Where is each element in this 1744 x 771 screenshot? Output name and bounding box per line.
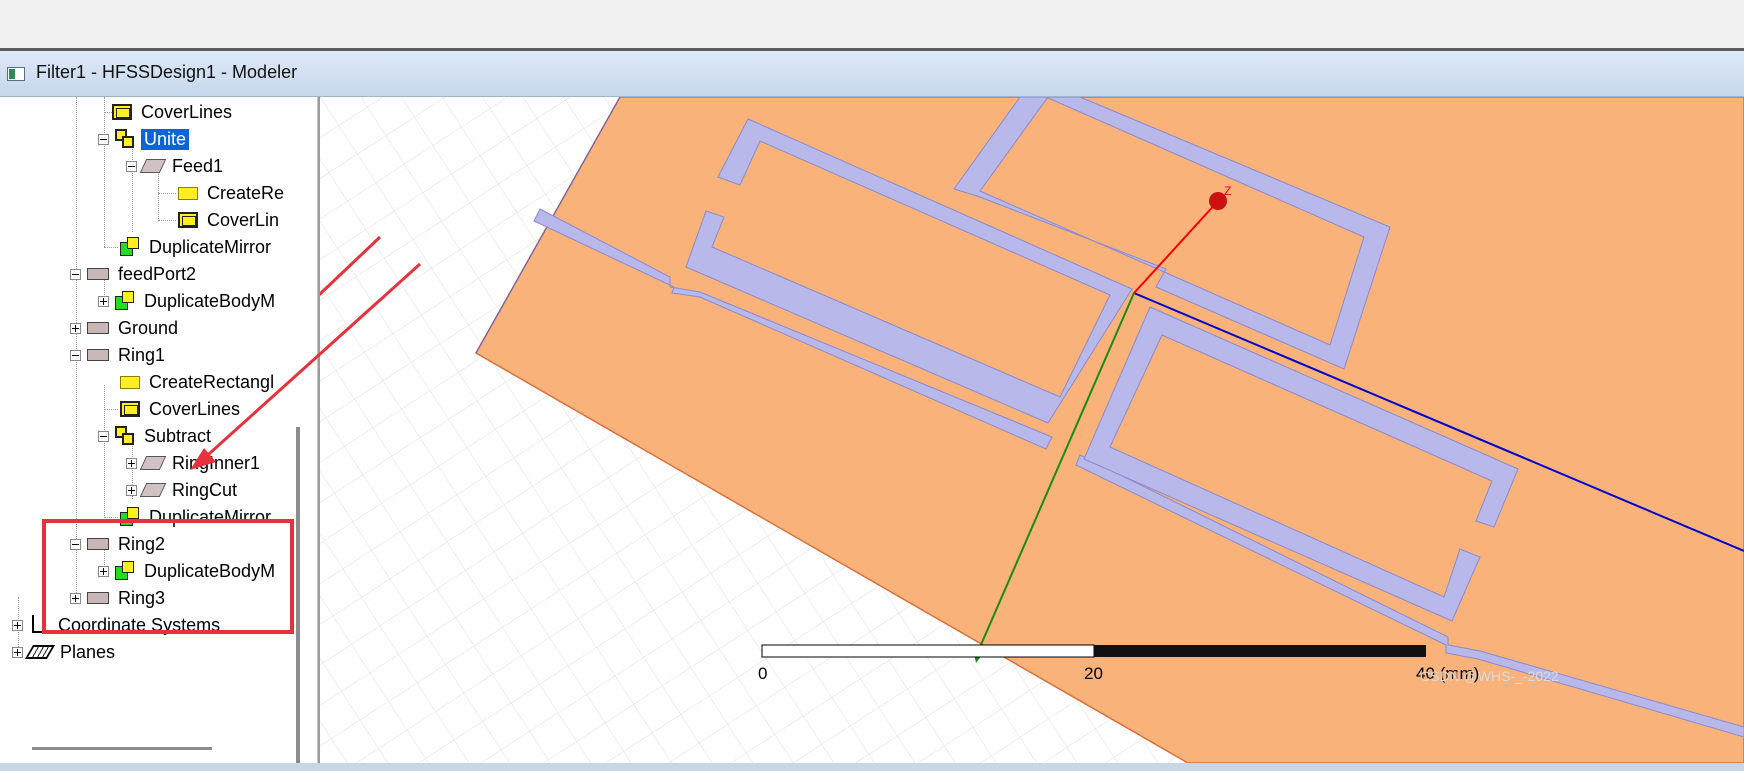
tree-item-duplicatebody[interactable]: DuplicateBodyM — [98, 286, 278, 316]
tree-item-ring1[interactable]: Ring1 — [70, 340, 168, 370]
tree-item-duplicatemirror[interactable]: DuplicateMirror — [120, 232, 274, 262]
sheet-icon — [139, 483, 167, 497]
tree-horizontal-scrollbar[interactable] — [32, 747, 212, 750]
tree-item-label: DuplicateBodyM — [144, 290, 276, 311]
modeler-title-bar[interactable]: Filter1 - HFSSDesign1 - Modeler — [0, 51, 1744, 97]
tree-item-createrectangle-2[interactable]: CreateRectangl — [120, 367, 277, 397]
sheet-icon — [139, 456, 167, 470]
tree-item-label: DuplicateMirror — [149, 236, 272, 257]
duplicate-mirror-icon — [120, 237, 140, 257]
watermark-text: CSDN @WHS-_-2022 — [1420, 668, 1559, 684]
expand-icon[interactable] — [12, 646, 23, 658]
create-rectangle-icon — [178, 186, 198, 200]
solid-body-icon — [87, 322, 109, 334]
solid-body-icon — [87, 268, 109, 280]
tree-item-coverlines-3[interactable]: CoverLines — [120, 394, 243, 424]
expand-icon[interactable] — [98, 295, 109, 307]
top-area — [0, 0, 1744, 48]
tree-item-subtract[interactable]: Subtract — [98, 421, 214, 451]
tree-item-label: CoverLin — [207, 209, 280, 230]
tree-item-label: CreateRe — [207, 182, 285, 203]
tree-item-planes[interactable]: Planes — [12, 637, 118, 667]
collapse-icon[interactable] — [98, 133, 109, 145]
expand-icon[interactable] — [12, 619, 23, 631]
collapse-icon[interactable] — [70, 268, 81, 280]
create-rectangle-icon — [120, 375, 140, 389]
axis-label: Z — [1224, 184, 1231, 198]
cover-lines-icon — [120, 401, 140, 417]
tree-item-coverlines[interactable]: CoverLines — [112, 97, 235, 127]
scale-bar-white — [761, 644, 1095, 658]
solid-body-icon — [87, 349, 109, 361]
collapse-icon[interactable] — [70, 349, 81, 361]
tree-item-ringcut[interactable]: RingCut — [126, 475, 240, 505]
expand-icon[interactable] — [126, 457, 137, 469]
expand-icon[interactable] — [126, 484, 137, 496]
expand-icon[interactable] — [70, 322, 81, 334]
viewport-canvas[interactable]: Z 0 20 40 (mm) CSDN @WHS-_-2022 — [320, 97, 1744, 763]
scale-bar-black — [1094, 645, 1426, 657]
tree-item-ringinner1[interactable]: RingInner1 — [126, 448, 263, 478]
planes-icon — [24, 645, 56, 659]
window-title: Filter1 - HFSSDesign1 - Modeler — [36, 62, 298, 82]
duplicate-body-icon — [115, 291, 135, 311]
tree-vertical-scrollbar[interactable] — [296, 427, 300, 763]
annotation-highlight-box — [42, 519, 294, 634]
tree-item-label: Feed1 — [172, 155, 224, 176]
tree-item-feedport2[interactable]: feedPort2 — [70, 259, 199, 289]
collapse-icon[interactable] — [126, 160, 137, 172]
sheet-icon — [139, 159, 167, 173]
tree-item-label: Unite — [141, 128, 190, 150]
history-tree[interactable]: CoverLines Unite Feed1 CreateRe CoverLin… — [0, 97, 318, 763]
tree-item-label: Ground — [118, 317, 179, 338]
tree-item-label: Subtract — [144, 425, 212, 446]
tree-item-label: Ring1 — [118, 344, 166, 365]
tree-item-feed1[interactable]: Feed1 — [126, 151, 226, 181]
scale-tick-0: 0 — [758, 664, 767, 683]
window-icon — [7, 67, 25, 81]
tree-item-label: CoverLines — [141, 101, 233, 122]
tree-item-createrectangle[interactable]: CreateRe — [178, 178, 287, 208]
status-strip — [0, 763, 1744, 771]
tree-item-ground[interactable]: Ground — [70, 313, 181, 343]
cover-lines-icon — [112, 104, 132, 120]
unite-icon — [115, 129, 135, 149]
tree-item-label: RingInner1 — [172, 452, 261, 473]
modeler-3d-viewport[interactable]: Z 0 20 40 (mm) CSDN @WHS-_-2022 — [318, 97, 1744, 763]
scale-tick-20: 20 — [1084, 664, 1103, 683]
subtract-icon — [115, 426, 135, 446]
tree-item-label: Planes — [60, 641, 116, 662]
collapse-icon[interactable] — [98, 430, 109, 442]
tree-item-label: CoverLines — [149, 398, 241, 419]
tree-item-unite[interactable]: Unite — [98, 124, 190, 154]
tree-item-label: feedPort2 — [118, 263, 197, 284]
tree-item-label: CreateRectangl — [149, 371, 275, 392]
cover-lines-icon — [178, 212, 198, 228]
tree-item-label: RingCut — [172, 479, 238, 500]
tree-item-coverlines-2[interactable]: CoverLin — [178, 205, 282, 235]
